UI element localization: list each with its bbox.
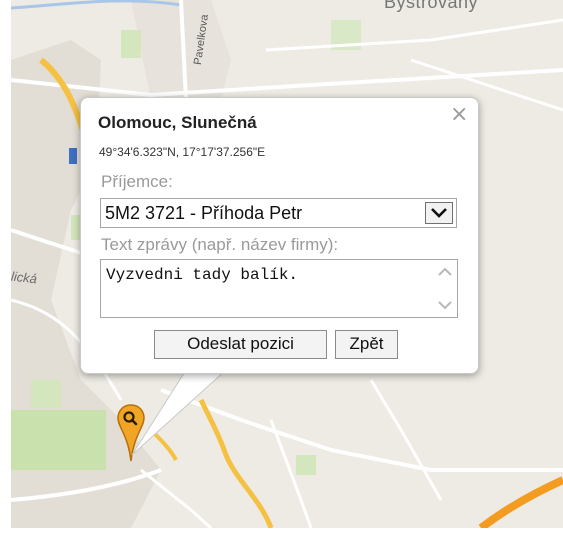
recipient-select[interactable]: 5M2 3721 - Příhoda Petr [100,198,457,228]
map-label-town: Bystrovany [384,0,479,12]
park-area [11,410,106,470]
chevron-down-icon[interactable] [425,202,453,224]
scroll-up-icon [438,267,452,276]
map-label-street-partial: lická [11,268,38,287]
message-label: Text zprávy (např. název firmy): [101,235,339,254]
back-button[interactable]: Zpět [335,330,398,359]
location-coordinates: 49°34'6.323"N, 17°17'37.256"E [99,145,266,159]
motorway [478,476,563,528]
search-marker-icon[interactable] [116,403,146,463]
message-text: Vyzvedni tady balík. [106,266,299,284]
location-title: Olomouc, Slunečná [98,113,257,132]
recipient-selected-value: 5M2 3721 - Příhoda Petr [105,203,303,223]
recipient-label: Příjemce: [101,172,173,191]
close-icon[interactable]: × [450,104,468,126]
info-window: × Olomouc, Slunečná 49°34'6.323"N, 17°17… [80,97,479,374]
send-position-button[interactable]: Odeslat pozici [154,330,327,359]
message-textarea[interactable]: Vyzvedni tady balík. [100,259,458,318]
textarea-scrollbar[interactable] [434,261,456,316]
scroll-down-icon [438,301,452,310]
